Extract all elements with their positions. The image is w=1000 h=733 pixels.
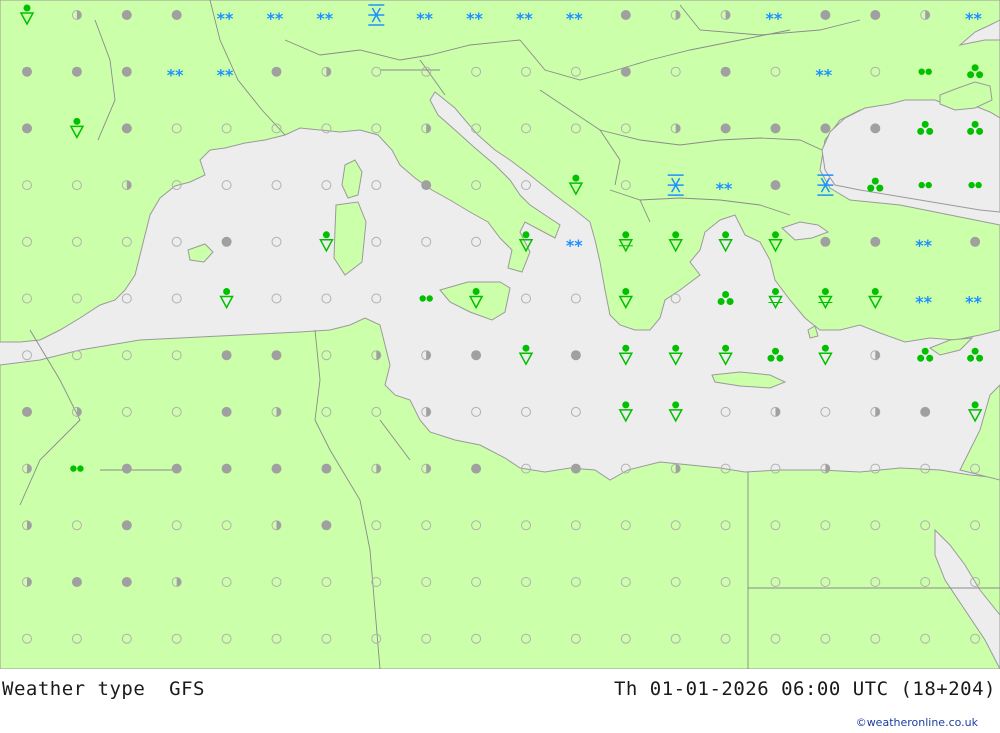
weather-symbol-overcast xyxy=(321,520,332,531)
weather-symbol-overcast xyxy=(121,10,132,20)
weather-symbol-overcast xyxy=(620,10,631,20)
credit-link[interactable]: ©weatheronline.co.uk xyxy=(856,716,978,729)
weather-symbol-overcast xyxy=(221,463,232,474)
weather-symbol-overcast xyxy=(171,463,182,474)
weather-symbol-snow xyxy=(266,9,284,28)
weather-symbol-overcast xyxy=(221,350,232,361)
map-title: Weather type GFS xyxy=(2,678,205,700)
weather-symbol-overcast xyxy=(221,406,232,417)
weather-symbol-snow xyxy=(466,9,484,28)
weather-symbol-overcast xyxy=(471,463,482,474)
weather-symbol-overcast xyxy=(770,180,781,191)
weather-symbol-overcast xyxy=(171,10,182,20)
weather-symbol-snow xyxy=(765,9,783,28)
weather-symbol-snow xyxy=(965,9,983,28)
weather-symbol-overcast xyxy=(720,123,731,134)
weather-symbol-snow xyxy=(416,9,434,28)
weather-symbol-overcast xyxy=(870,236,881,247)
weather-symbol-overcast xyxy=(720,66,731,77)
weather-symbol-snow xyxy=(815,65,833,85)
weather-symbol-overcast xyxy=(271,463,282,474)
weather-symbol-overcast xyxy=(71,66,82,77)
weather-symbol-overcast xyxy=(421,180,432,191)
weather-symbol-snow xyxy=(965,292,983,312)
weather-symbol-overcast xyxy=(22,66,32,77)
weather-symbol-overcast xyxy=(271,350,282,361)
weather-symbol-snow xyxy=(915,235,933,255)
weather-symbol-overcast xyxy=(121,463,132,474)
weather-symbol-snow xyxy=(216,9,234,28)
weather-symbol-snow xyxy=(915,292,933,312)
weather-symbol-overcast xyxy=(820,236,831,247)
weather-symbol-overcast xyxy=(920,406,931,417)
weather-symbol-snow xyxy=(715,179,733,199)
forecast-time: Th 01-01-2026 06:00 UTC (18+204) xyxy=(613,678,996,700)
weather-symbol-overcast xyxy=(970,236,981,247)
weather-symbol-overcast xyxy=(22,406,32,417)
weather-symbol-overcast xyxy=(221,236,232,247)
weather-symbol-snow xyxy=(166,65,185,85)
weather-symbol-overcast xyxy=(570,463,581,474)
weather-symbol-overcast xyxy=(820,123,831,134)
weather-symbol-snow xyxy=(565,235,584,255)
weather-symbol-overcast xyxy=(770,123,781,134)
weather-symbol-snow xyxy=(516,9,534,28)
weather-symbol-overcast xyxy=(620,66,631,77)
weather-symbol-overcast xyxy=(870,10,881,20)
weather-symbol-overcast xyxy=(121,123,132,134)
weather-symbol-overcast xyxy=(471,350,482,361)
weather-symbol-snow xyxy=(565,9,584,28)
weather-symbol-snow xyxy=(216,65,234,85)
weather-symbol-overcast xyxy=(121,520,132,531)
weather-symbol-overcast xyxy=(22,123,32,134)
weather-symbol-overcast xyxy=(570,350,581,361)
weather-symbol-overcast xyxy=(271,66,282,77)
weather-symbol-overcast xyxy=(121,577,132,587)
weather-symbol-overcast xyxy=(321,463,332,474)
weather-symbol-overcast xyxy=(71,577,82,587)
weather-symbol-overcast xyxy=(870,123,881,134)
weather-symbol-snow xyxy=(316,9,334,28)
weather-map: ** xyxy=(0,0,1000,669)
weather-symbol-overcast xyxy=(820,10,831,20)
weather-symbol-overcast xyxy=(121,66,132,77)
